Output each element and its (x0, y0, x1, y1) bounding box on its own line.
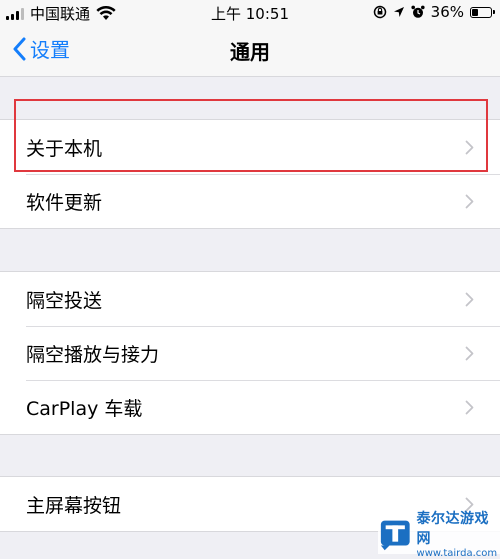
list-item-software-update[interactable]: 软件更新 (0, 174, 500, 228)
list-item-airdrop[interactable]: 隔空投送 (0, 272, 500, 326)
chevron-right-icon (465, 346, 474, 361)
battery-fill (472, 8, 479, 16)
list-item-label: CarPlay 车载 (26, 397, 143, 420)
rotation-lock-icon (373, 5, 386, 19)
battery-icon (470, 6, 495, 18)
battery-percentage: 36% (430, 3, 464, 21)
chevron-right-icon (465, 400, 474, 415)
list-item-label: 软件更新 (26, 191, 103, 214)
watermark: 泰尔达游戏网 www.tairda.com (378, 511, 500, 559)
list-item-carplay[interactable]: CarPlay 车载 (0, 380, 500, 434)
status-right: 36% (373, 3, 495, 21)
navigation-bar: 设置 通用 (0, 24, 500, 77)
location-icon (393, 7, 404, 17)
chevron-right-icon (465, 292, 474, 307)
alarm-icon (411, 5, 425, 18)
settings-group-2: 隔空投送 隔空播放与接力 CarPlay 车载 (0, 271, 500, 435)
watermark-text: 泰尔达游戏网 www.tairda.com (417, 508, 500, 559)
list-item-label: 主屏幕按钮 (26, 494, 122, 517)
status-bar: 中国联通 上午 10:51 36% (0, 0, 500, 24)
list-item-label: 隔空播放与接力 (26, 343, 160, 366)
list-item-label: 隔空投送 (26, 289, 103, 312)
highlight-annotation (14, 99, 488, 172)
chevron-right-icon (465, 194, 474, 209)
page-title: 通用 (230, 40, 270, 64)
list-item-airplay-handoff[interactable]: 隔空播放与接力 (0, 326, 500, 380)
watermark-brand: 泰尔达游戏网 (416, 511, 490, 547)
watermark-logo-icon (380, 520, 410, 550)
